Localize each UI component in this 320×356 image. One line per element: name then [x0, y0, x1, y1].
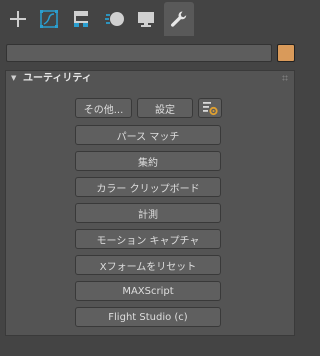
reset-xform-button[interactable]: Xフォームをリセット [75, 255, 221, 275]
sets-button[interactable]: 設定 [137, 98, 193, 118]
hierarchy-icon [74, 11, 88, 27]
tab-utilities[interactable] [164, 2, 194, 36]
tab-hierarchy[interactable] [66, 2, 96, 36]
rollout-title: ユーティリティ [23, 73, 92, 84]
name-color-row [6, 44, 295, 62]
motion-capture-button[interactable]: モーション キャプチャ [75, 229, 221, 249]
display-monitor-icon [138, 12, 154, 27]
configure-button-sets-icon [203, 102, 218, 116]
perspective-match-button[interactable]: パース マッチ [75, 125, 221, 145]
collapse-arrow-icon: ▼ [11, 74, 17, 82]
object-color-swatch[interactable] [277, 44, 295, 62]
more-utilities-button[interactable]: その他... [75, 98, 132, 118]
tab-modify[interactable] [34, 2, 64, 36]
command-panel-tabs [0, 0, 300, 38]
collapse-button[interactable]: 集約 [75, 151, 221, 171]
tab-display[interactable] [131, 2, 161, 36]
color-clipboard-button[interactable]: カラー クリップボード [75, 177, 221, 197]
configure-button-sets-button[interactable] [198, 98, 222, 118]
utilities-rollout: ▼ ユーティリティ その他... 設定 パース マッチ 集約 カラー クリップボ… [5, 70, 295, 336]
create-plus-icon [10, 11, 26, 27]
flight-studio-button[interactable]: Flight Studio (c) [75, 307, 221, 327]
rollout-header[interactable]: ▼ ユーティリティ [6, 71, 294, 87]
drag-grip-icon[interactable] [282, 75, 288, 81]
modify-bend-icon [40, 10, 58, 28]
tab-create[interactable] [3, 2, 33, 36]
measure-button[interactable]: 計測 [75, 203, 221, 223]
utilities-wrench-icon [171, 11, 187, 27]
object-name-field[interactable] [6, 44, 272, 62]
motion-icon [105, 12, 124, 26]
tab-motion[interactable] [100, 2, 130, 36]
maxscript-button[interactable]: MAXScript [75, 281, 221, 301]
